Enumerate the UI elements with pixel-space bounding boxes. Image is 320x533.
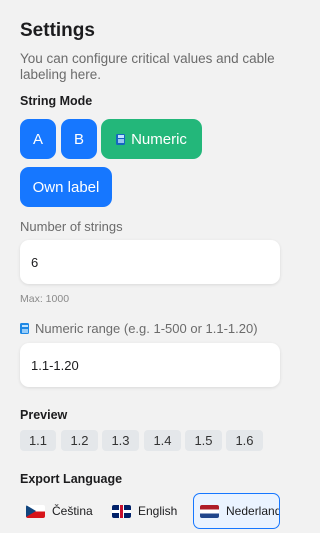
czech-flag-icon bbox=[26, 504, 45, 518]
string-mode-numeric-button[interactable]: Numeric bbox=[101, 119, 202, 159]
preview-chip-text: 1.1 bbox=[28, 433, 48, 448]
string-mode-own-label-button[interactable]: Own label bbox=[20, 167, 112, 207]
number-of-strings-input[interactable]: 6 bbox=[20, 240, 280, 284]
string-mode-a-button[interactable]: A bbox=[20, 119, 56, 159]
preview-chip-text: 1.4 bbox=[153, 433, 172, 448]
string-mode-b-label: B bbox=[73, 130, 84, 148]
uk-flag-icon bbox=[112, 504, 131, 518]
calculator-icon bbox=[116, 133, 126, 145]
export-language-label: Export Language bbox=[20, 472, 123, 486]
preview-chip: 1.1 bbox=[20, 430, 56, 451]
preview-chip-text: 1.6 bbox=[235, 433, 254, 448]
preview-chip: 1.4 bbox=[144, 430, 181, 451]
preview-chip-text: 1.2 bbox=[70, 433, 89, 448]
page-subtitle: You can configure critical values and ca… bbox=[20, 51, 275, 82]
settings-screen: Settings You can configure critical valu… bbox=[0, 0, 300, 533]
numeric-range-value: 1.1-1.20 bbox=[31, 357, 79, 373]
number-of-strings-hint: Max: 1000 bbox=[20, 293, 70, 305]
string-mode-a-label: A bbox=[32, 130, 43, 148]
numeric-range-label-text: Numeric range (e.g. 1-500 or 1.1-1.20) bbox=[35, 321, 258, 336]
language-label: Čeština bbox=[52, 504, 93, 518]
calculator-icon bbox=[20, 323, 29, 334]
page-title: Settings bbox=[20, 20, 95, 41]
string-mode-numeric-label: Numeric bbox=[131, 130, 187, 148]
language-option-english[interactable]: English bbox=[106, 493, 190, 529]
preview-chip: 1.2 bbox=[61, 430, 98, 451]
preview-chip-text: 1.3 bbox=[111, 433, 130, 448]
language-label: English bbox=[138, 504, 178, 518]
string-mode-own-label-label: Own label bbox=[32, 178, 100, 196]
string-mode-b-button[interactable]: B bbox=[61, 119, 97, 159]
language-option-dutch[interactable]: Nederlands bbox=[193, 493, 280, 529]
language-label: Nederlands bbox=[226, 504, 279, 518]
string-mode-label: String Mode bbox=[20, 94, 93, 108]
preview-chip: 1.6 bbox=[226, 430, 263, 451]
number-of-strings-value: 6 bbox=[31, 254, 39, 270]
preview-chip-text: 1.5 bbox=[194, 433, 213, 448]
numeric-range-input[interactable]: 1.1-1.20 bbox=[20, 343, 280, 387]
language-option-czech[interactable]: Čeština bbox=[20, 493, 102, 529]
numeric-range-label: Numeric range (e.g. 1-500 or 1.1-1.20) bbox=[20, 321, 258, 336]
preview-chip: 1.5 bbox=[185, 430, 222, 451]
netherlands-flag-icon bbox=[200, 504, 219, 518]
preview-chip: 1.3 bbox=[102, 430, 139, 451]
preview-label: Preview bbox=[20, 408, 68, 422]
number-of-strings-label: Number of strings bbox=[20, 219, 123, 234]
